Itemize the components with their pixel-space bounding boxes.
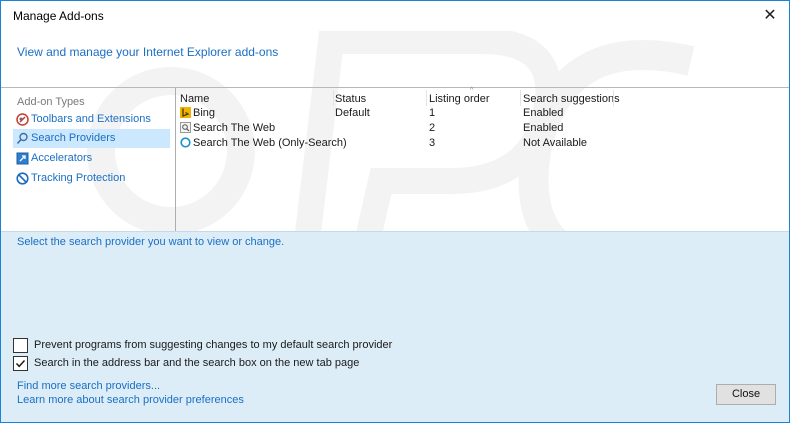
checkbox-box[interactable] (13, 356, 28, 371)
column-header-status[interactable]: Status (335, 91, 366, 107)
find-more-providers-link[interactable]: Find more search providers... (17, 380, 160, 392)
cell-search-suggestions: Enabled (523, 122, 564, 134)
column-header-listing-order[interactable]: Listing order (429, 91, 490, 107)
search-providers-list: ^ Name Status Listing order Search sugge… (176, 87, 789, 232)
cell-search-suggestions: Enabled (523, 107, 564, 119)
sidebar-item-label: Accelerators (31, 152, 93, 164)
checkbox-box[interactable] (13, 338, 28, 353)
cell-listing-order: 2 (429, 122, 436, 134)
column-divider (613, 90, 614, 106)
sidebar-item-label: Search Providers (31, 132, 116, 144)
learn-more-preferences-link[interactable]: Learn more about search provider prefere… (17, 394, 244, 406)
table-row[interactable]: Bing Default 1 Enabled (176, 106, 789, 121)
select-provider-hint: Select the search provider you want to v… (17, 236, 285, 248)
view-manage-addons-link[interactable]: View and manage your Internet Explorer a… (17, 45, 278, 59)
accelerators-icon (16, 152, 29, 165)
cell-listing-order: 3 (429, 137, 436, 149)
sidebar-item-label: Toolbars and Extensions (31, 113, 151, 125)
addon-types-sidebar: Add-on Types Toolbars and Extensions Sea… (1, 88, 176, 232)
window-title: Manage Add-ons (13, 9, 104, 23)
column-divider (520, 90, 521, 106)
window-close-icon[interactable]: ✕ (759, 5, 781, 27)
close-button[interactable]: Close (716, 384, 776, 405)
column-divider (333, 90, 334, 106)
table-row[interactable]: Search The Web (Only-Search) 3 Not Avail… (176, 136, 789, 151)
cell-search-suggestions: Not Available (523, 137, 588, 149)
details-pane: Select the search provider you want to v… (1, 231, 789, 422)
checkbox-label: Search in the address bar and the search… (34, 357, 360, 369)
bing-icon (180, 107, 191, 118)
column-header-name[interactable]: Name (180, 91, 209, 107)
sidebar-item-accelerators[interactable]: Accelerators (13, 149, 170, 168)
cell-listing-order: 1 (429, 107, 436, 119)
column-divider (426, 90, 427, 106)
main-panel: Add-on Types Toolbars and Extensions Sea… (1, 87, 789, 232)
cell-status: Default (335, 107, 370, 119)
tracking-protection-icon (16, 172, 29, 185)
title-bar: Manage Add-ons ✕ (1, 1, 789, 31)
sidebar-item-search-providers[interactable]: Search Providers (13, 129, 170, 148)
toolbars-extensions-icon (16, 113, 29, 126)
manage-addons-window: Manage Add-ons ✕ View and manage your In… (0, 0, 790, 423)
search-providers-icon (16, 132, 28, 145)
table-row[interactable]: Search The Web 2 Enabled (176, 121, 789, 136)
column-header-search-suggestions[interactable]: Search suggestions (523, 91, 620, 107)
sidebar-item-tracking-protection[interactable]: Tracking Protection (13, 169, 170, 188)
checkmark-icon (15, 360, 26, 368)
checkbox-label: Prevent programs from suggesting changes… (34, 339, 393, 351)
web-search-icon (180, 122, 191, 133)
sidebar-item-label: Tracking Protection (31, 172, 126, 184)
addon-types-heading: Add-on Types (17, 96, 85, 108)
sidebar-item-toolbars-extensions[interactable]: Toolbars and Extensions (13, 110, 170, 129)
only-search-icon (180, 137, 191, 148)
